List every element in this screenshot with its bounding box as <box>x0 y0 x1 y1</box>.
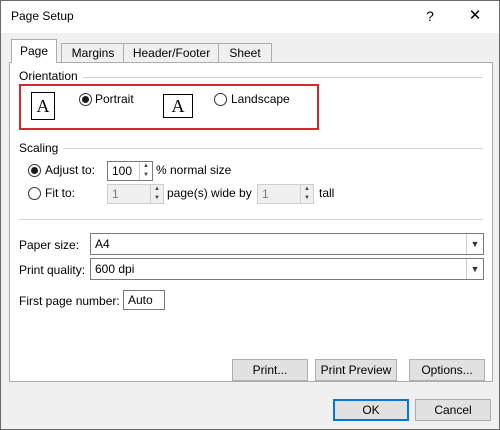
adjust-to-radio[interactable] <box>28 164 41 177</box>
help-icon[interactable]: ? <box>419 6 441 26</box>
title-bar: Page Setup ? ✕ <box>1 1 499 33</box>
chevron-down-icon[interactable]: ▼ <box>466 234 483 254</box>
fit-tall-value: 1 <box>262 187 269 201</box>
spin-up-icon[interactable]: ▲ <box>140 162 152 171</box>
adjust-to-value: 100 <box>112 164 133 178</box>
tab-page-label: Page <box>19 44 49 58</box>
landscape-label[interactable]: Landscape <box>231 92 290 106</box>
paper-size-label: Paper size: <box>19 238 80 252</box>
portrait-page-icon: A <box>31 92 55 120</box>
print-button[interactable]: Print... <box>232 359 308 381</box>
paper-size-dropdown[interactable]: A4 ▼ <box>90 233 484 255</box>
tab-page[interactable]: Page <box>11 39 57 63</box>
print-preview-button[interactable]: Print Preview <box>315 359 397 381</box>
fit-tall-suffix: tall <box>319 186 335 200</box>
cancel-button[interactable]: Cancel <box>415 399 491 421</box>
print-quality-label: Print quality: <box>19 263 86 277</box>
fit-tall-spin-arrows[interactable]: ▲ ▼ <box>300 185 313 203</box>
close-icon[interactable]: ✕ <box>464 6 486 26</box>
spin-down-icon[interactable]: ▼ <box>151 194 163 203</box>
spin-down-icon[interactable]: ▼ <box>140 171 152 180</box>
adjust-to-label[interactable]: Adjust to: <box>45 163 95 177</box>
portrait-label[interactable]: Portrait <box>95 92 134 106</box>
paper-size-value: A4 <box>95 237 110 251</box>
chevron-down-icon[interactable]: ▼ <box>466 259 483 279</box>
options-button[interactable]: Options... <box>409 359 485 381</box>
tab-header-footer-label: Header/Footer <box>132 46 211 60</box>
first-page-number-label: First page number: <box>19 294 120 308</box>
fit-to-label[interactable]: Fit to: <box>45 186 75 200</box>
tab-header-footer[interactable]: Header/Footer <box>123 43 220 62</box>
fit-wide-spin-arrows[interactable]: ▲ ▼ <box>150 185 163 203</box>
first-page-number-value: Auto <box>128 293 153 307</box>
adjust-to-spinner[interactable]: 100 ▲ ▼ <box>107 161 153 181</box>
first-page-number-input[interactable]: Auto <box>123 290 165 310</box>
tab-margins[interactable]: Margins <box>61 43 125 62</box>
tab-sheet[interactable]: Sheet <box>218 43 272 62</box>
spin-up-icon[interactable]: ▲ <box>151 185 163 194</box>
landscape-page-icon: A <box>163 94 193 118</box>
spin-down-icon[interactable]: ▼ <box>301 194 313 203</box>
page-setup-dialog: Page Setup ? ✕ Page Margins Header/Foote… <box>0 0 500 430</box>
fit-wide-value: 1 <box>112 187 119 201</box>
fit-tall-spinner[interactable]: 1 ▲ ▼ <box>257 184 314 204</box>
fit-wide-spinner[interactable]: 1 ▲ ▼ <box>107 184 164 204</box>
fit-to-radio[interactable] <box>28 187 41 200</box>
tab-margins-label: Margins <box>71 46 115 60</box>
print-quality-dropdown[interactable]: 600 dpi ▼ <box>90 258 484 280</box>
adjust-to-suffix: % normal size <box>156 163 232 177</box>
ok-button[interactable]: OK <box>333 399 409 421</box>
adjust-spin-arrows[interactable]: ▲ ▼ <box>139 162 152 180</box>
landscape-radio[interactable] <box>214 93 227 106</box>
scaling-divider <box>63 148 483 149</box>
window-title: Page Setup <box>11 9 74 23</box>
portrait-radio[interactable] <box>79 93 92 106</box>
tab-sheet-label: Sheet <box>229 46 261 60</box>
scaling-heading: Scaling <box>19 141 59 155</box>
spin-up-icon[interactable]: ▲ <box>301 185 313 194</box>
scaling-bottom-divider <box>19 219 483 220</box>
fit-wide-suffix: page(s) wide by <box>167 186 252 200</box>
orientation-heading: Orientation <box>19 69 78 83</box>
print-quality-value: 600 dpi <box>95 262 135 276</box>
orientation-divider <box>83 77 483 78</box>
